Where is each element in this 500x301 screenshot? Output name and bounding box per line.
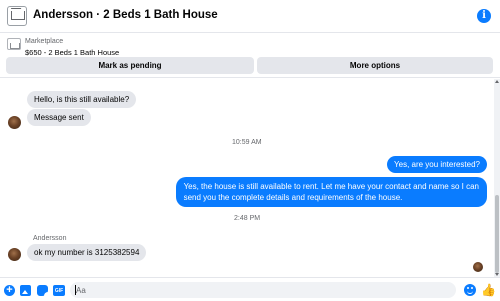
message-composer: + GIF 👍	[0, 277, 500, 301]
message-input[interactable]	[70, 282, 456, 298]
scrollbar-thumb[interactable]	[495, 195, 499, 273]
conversation-title[interactable]: Andersson · 2 Beds 1 Bath House	[33, 9, 218, 21]
message-timestamp: 2:48 PM	[234, 215, 261, 222]
message-timestamp: 10:59 AM	[232, 139, 262, 146]
sticker-icon[interactable]	[37, 285, 48, 296]
emoji-icon[interactable]	[464, 284, 476, 296]
thumbs-up-icon[interactable]: 👍	[481, 283, 496, 297]
scroll-up-arrow-icon[interactable]	[495, 80, 499, 83]
listing-image-icon[interactable]	[7, 38, 21, 50]
read-receipt-avatar	[473, 262, 483, 272]
avatar[interactable]	[8, 116, 21, 129]
message-bubble-incoming[interactable]: ok my number is 3125382594	[27, 244, 147, 261]
message-bubble-outgoing[interactable]: Yes, are you interested?	[387, 156, 487, 173]
text-cursor	[75, 285, 76, 295]
more-options-button[interactable]: More options	[257, 57, 493, 74]
photo-icon[interactable]	[20, 285, 31, 296]
message-bubble-incoming[interactable]: Message sent	[27, 109, 91, 126]
message-bubble-outgoing[interactable]: Yes, the house is still available to ren…	[175, 177, 487, 207]
message-line: send you the complete details and requir…	[183, 193, 403, 202]
message-bubble-incoming[interactable]: Hello, is this still available?	[27, 91, 137, 108]
listing-thumbnail-icon[interactable]	[7, 6, 27, 26]
listing-title[interactable]: $650 - 2 Beds 1 Bath House	[25, 48, 119, 57]
sender-name: Andersson	[33, 235, 67, 242]
gif-icon[interactable]: GIF	[53, 285, 65, 296]
conversation-header: Andersson · 2 Beds 1 Bath House i	[0, 0, 500, 33]
avatar[interactable]	[8, 248, 21, 261]
marketplace-label: Marketplace	[25, 38, 64, 45]
info-icon[interactable]: i	[477, 9, 491, 23]
plus-icon[interactable]: +	[4, 285, 15, 296]
message-thread[interactable]: Hello, is this still available? Message …	[0, 79, 494, 277]
scroll-down-arrow-icon[interactable]	[495, 273, 499, 276]
mark-as-pending-button[interactable]: Mark as pending	[6, 57, 254, 74]
message-line: Yes, the house is still available to ren…	[183, 182, 479, 191]
